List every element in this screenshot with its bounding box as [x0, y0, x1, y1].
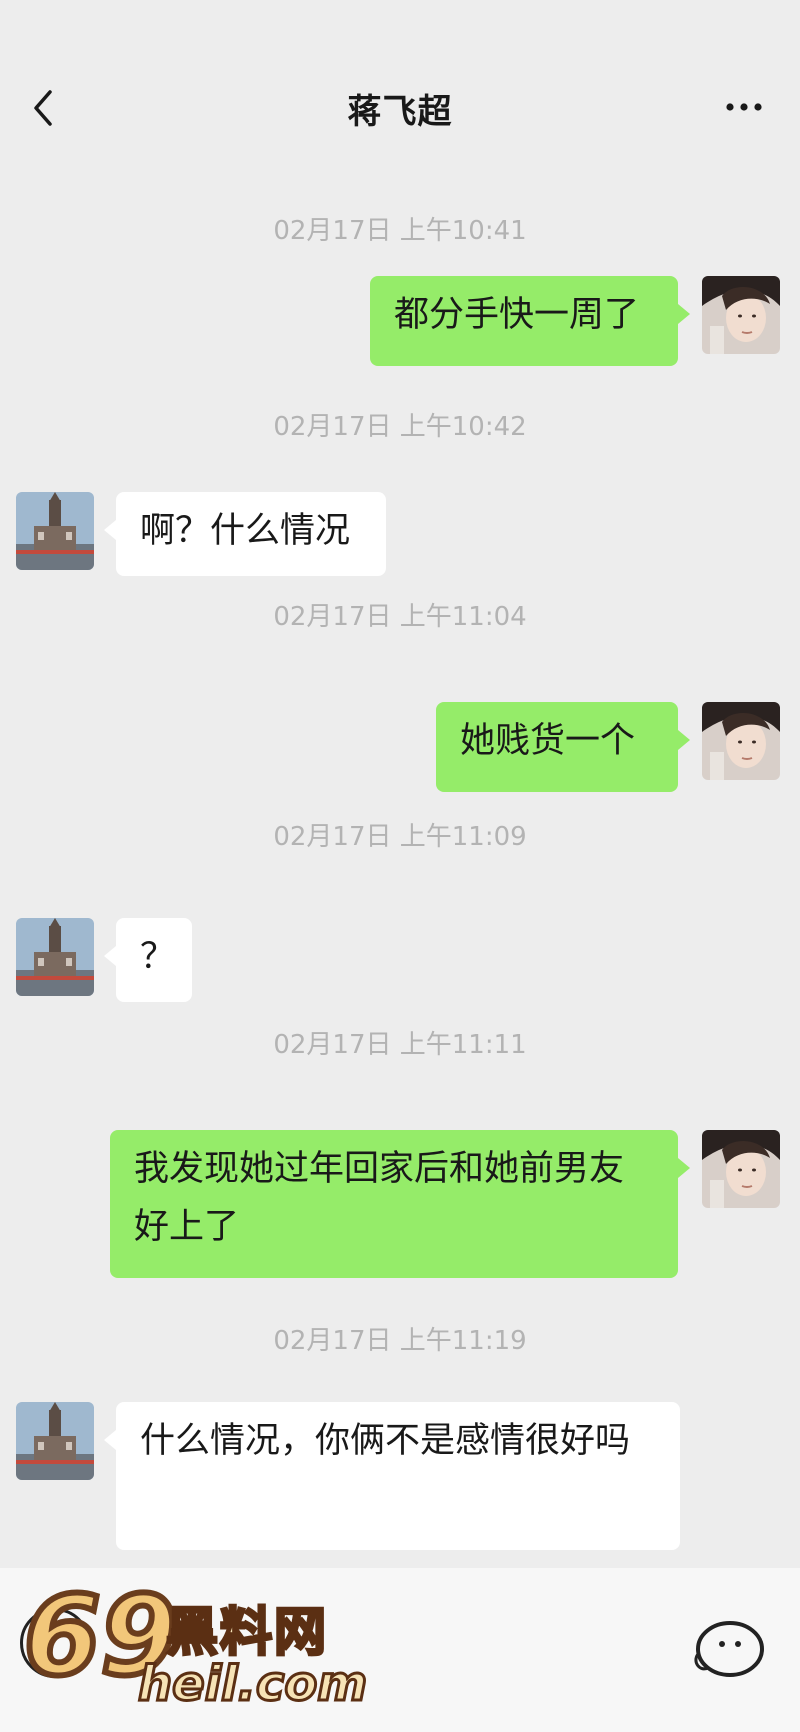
- message-bubble-other[interactable]: 什么情况，你俩不是感情很好吗: [104, 1402, 680, 1550]
- message-timestamp: 02月17日 上午10:41: [273, 216, 527, 246]
- avatar-building-icon: [16, 1402, 94, 1480]
- avatar-photo-icon: [702, 702, 780, 780]
- watermark-name: 黑料网: [164, 1602, 329, 1665]
- avatar-building-icon: [16, 918, 94, 996]
- contact-avatar[interactable]: [16, 492, 94, 570]
- message-timestamp: 02月17日 上午11:04: [273, 602, 527, 632]
- more-dots-icon: [726, 103, 762, 111]
- message-timestamp: 02月17日 上午11:09: [273, 822, 527, 852]
- more-button[interactable]: [722, 92, 766, 122]
- message-bubble-other[interactable]: 啊？什么情况: [104, 492, 386, 576]
- avatar-photo-icon: [702, 1130, 780, 1208]
- watermark-logo: 69 黑料网 heil.com: [18, 1573, 408, 1726]
- message-bubble-self[interactable]: 都分手快一周了: [370, 276, 690, 366]
- avatar-photo-icon: [702, 276, 780, 354]
- message-bubble-other[interactable]: ？: [104, 918, 192, 1002]
- contact-avatar[interactable]: [16, 1402, 94, 1480]
- message-timestamp: 02月17日 上午11:19: [273, 1326, 527, 1356]
- message-list[interactable]: 02月17日 上午10:41 都分手快一周了 02月17日 上午10:42 啊？…: [0, 150, 800, 1568]
- self-avatar[interactable]: [702, 1130, 780, 1208]
- message-timestamp: 02月17日 上午11:11: [273, 1030, 527, 1060]
- emoji-icon: [694, 1621, 764, 1677]
- emoji-button[interactable]: [686, 1614, 770, 1684]
- chat-title: 蒋飞超: [347, 92, 453, 132]
- self-avatar[interactable]: [702, 702, 780, 780]
- contact-avatar[interactable]: [16, 918, 94, 996]
- self-avatar[interactable]: [702, 276, 780, 354]
- message-timestamp: 02月17日 上午10:42: [273, 412, 527, 442]
- watermark-url: heil.com: [136, 1655, 368, 1714]
- chat-header: 蒋飞超: [0, 0, 800, 150]
- avatar-building-icon: [16, 492, 94, 570]
- message-bubble-self[interactable]: 我发现她过年回家后和她前男友好上了: [110, 1130, 690, 1278]
- message-bubble-self[interactable]: 她贱货一个: [436, 702, 690, 792]
